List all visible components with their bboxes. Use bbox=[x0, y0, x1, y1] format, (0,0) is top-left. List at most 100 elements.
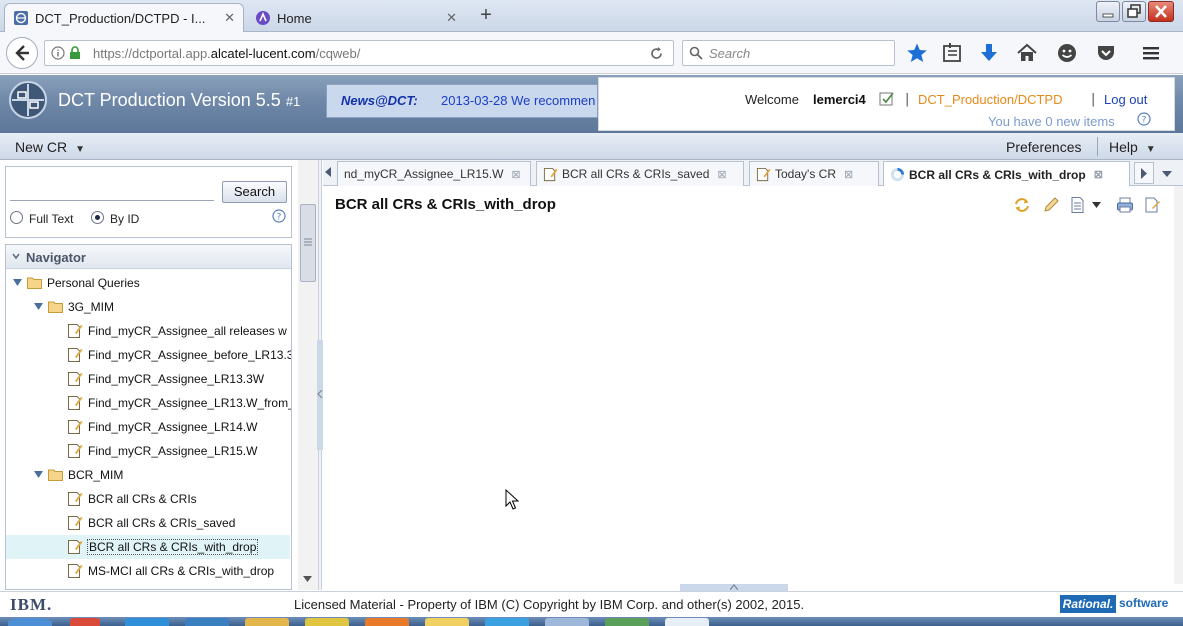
tree-query-item[interactable]: BCR all CRs & CRIs bbox=[6, 487, 290, 511]
report-icon[interactable] bbox=[1069, 196, 1087, 214]
by-id-radio[interactable] bbox=[91, 211, 104, 224]
expand-caret-icon[interactable] bbox=[34, 471, 43, 478]
navigator-panel: Navigator Personal Queries 3G_MIM Find_m… bbox=[5, 244, 292, 590]
reload-icon[interactable] bbox=[649, 46, 664, 61]
tree-query-item-selected[interactable]: BCR all CRs & CRIs_with_drop bbox=[6, 535, 290, 559]
taskbar-app-icon[interactable] bbox=[665, 618, 709, 626]
browser-tab-dct[interactable]: DCT_Production/DCTPD - I... ✕ bbox=[4, 3, 244, 32]
query-tab[interactable]: Today's CR ⊠ bbox=[749, 161, 879, 186]
pocket-icon[interactable] bbox=[1095, 42, 1117, 64]
query-tab-active[interactable]: BCR all CRs & CRIs_with_drop ⊠ bbox=[883, 161, 1130, 187]
tab-scroll-left-icon[interactable] bbox=[323, 166, 333, 178]
close-icon[interactable]: ⊠ bbox=[511, 168, 520, 181]
taskbar-app-icon[interactable] bbox=[305, 618, 349, 626]
news-text[interactable]: 2013-03-28 We recommen bbox=[441, 93, 595, 108]
tree-folder-3g-mim[interactable]: 3G_MIM bbox=[6, 295, 290, 319]
tree-folder-label: Personal Queries bbox=[47, 276, 140, 290]
scroll-down-icon[interactable] bbox=[303, 576, 312, 582]
tree-item-label: Find_myCR_Assignee_LR15.W bbox=[88, 444, 258, 458]
preferences-menu[interactable]: Preferences bbox=[1006, 139, 1081, 155]
tree-query-item[interactable]: Find_myCR_Assignee_before_LR13.3 bbox=[6, 343, 291, 367]
new-tab-button[interactable]: + bbox=[474, 4, 498, 28]
browser-search-input[interactable]: Search bbox=[682, 40, 895, 66]
scrollbar-thumb[interactable] bbox=[300, 204, 316, 282]
restore-button[interactable] bbox=[1122, 1, 1146, 22]
edit-query-icon[interactable] bbox=[1042, 196, 1060, 214]
logout-link[interactable]: Log out bbox=[1104, 92, 1147, 107]
tree-query-item[interactable]: Find_myCR_Assignee_LR14.W bbox=[6, 415, 290, 439]
close-icon[interactable]: ⊠ bbox=[1094, 168, 1103, 181]
taskbar-app-icon[interactable] bbox=[365, 618, 409, 626]
close-icon[interactable]: ✕ bbox=[224, 10, 235, 26]
help-menu[interactable]: Help ▼ bbox=[1109, 139, 1156, 155]
info-icon[interactable] bbox=[51, 46, 65, 60]
bottom-splitter-grip[interactable] bbox=[680, 584, 788, 591]
refresh-icon[interactable] bbox=[1013, 196, 1031, 214]
expand-caret-icon[interactable] bbox=[34, 303, 43, 310]
query-tab[interactable]: BCR all CRs & CRIs_saved ⊠ bbox=[536, 161, 744, 186]
print-icon[interactable] bbox=[1116, 196, 1134, 214]
expand-up-icon[interactable] bbox=[730, 584, 738, 590]
taskbar-app-icon[interactable] bbox=[70, 618, 100, 626]
taskbar-app-icon[interactable] bbox=[425, 618, 469, 626]
tree-folder-personal-queries[interactable]: Personal Queries bbox=[6, 271, 290, 295]
taskbar-app-icon[interactable] bbox=[545, 618, 589, 626]
smiley-icon[interactable] bbox=[1056, 42, 1078, 64]
app-header: DCT Production Version 5.5 #1 News@DCT: … bbox=[0, 75, 1183, 133]
help-icon[interactable]: ? bbox=[1137, 112, 1151, 126]
query-icon bbox=[68, 564, 83, 578]
search-placeholder: Search bbox=[709, 46, 751, 61]
tree-query-item[interactable]: BCR all CRs & CRIs_saved bbox=[6, 511, 290, 535]
tab-list-dropdown-icon[interactable] bbox=[1157, 162, 1177, 184]
left-panel-scrollbar[interactable] bbox=[298, 160, 318, 590]
home-icon[interactable] bbox=[1016, 42, 1038, 64]
chevron-down-icon bbox=[12, 253, 20, 260]
close-icon[interactable]: ✕ bbox=[446, 10, 457, 26]
url-bar[interactable]: https://dctportal.app.alcatel-lucent.com… bbox=[44, 40, 674, 66]
new-cr-menu[interactable]: New CR ▼ bbox=[15, 139, 85, 155]
full-text-label: Full Text bbox=[29, 212, 74, 226]
navigator-header[interactable]: Navigator bbox=[6, 245, 291, 269]
taskbar-app-icon[interactable] bbox=[185, 618, 229, 626]
close-icon[interactable]: ⊠ bbox=[717, 168, 726, 181]
start-button[interactable] bbox=[8, 618, 52, 626]
search-button[interactable]: Search bbox=[222, 181, 287, 203]
cr-search-input[interactable] bbox=[10, 181, 214, 201]
tree-query-item[interactable]: Find_myCR_Assignee_LR15.W bbox=[6, 439, 290, 463]
taskbar-app-icon[interactable] bbox=[125, 618, 169, 626]
download-icon[interactable] bbox=[978, 42, 1000, 64]
query-tab[interactable]: nd_myCR_Assignee_LR15.W ⊠ bbox=[337, 161, 531, 186]
tree-query-item[interactable]: Find_myCR_Assignee_LR13.3W bbox=[6, 367, 290, 391]
database-link[interactable]: DCT_Production/DCTPD bbox=[918, 92, 1063, 107]
news-label: News@DCT: bbox=[341, 93, 418, 108]
help-icon[interactable]: ? bbox=[272, 209, 286, 223]
query-icon bbox=[68, 396, 83, 410]
window-close-button[interactable] bbox=[1148, 1, 1174, 22]
right-pane-scrollbar[interactable] bbox=[1174, 186, 1183, 584]
tree-query-item[interactable]: Find_myCR_Assignee_all releases w bbox=[6, 319, 290, 343]
star-icon[interactable] bbox=[906, 42, 928, 64]
new-items-link[interactable]: You have 0 new items bbox=[988, 114, 1115, 129]
tree-query-item[interactable]: Find_myCR_Assignee_LR13.W_from_ bbox=[6, 391, 291, 415]
edit-profile-icon[interactable] bbox=[879, 91, 895, 106]
minimize-button[interactable] bbox=[1096, 1, 1120, 22]
taskbar-app-icon[interactable] bbox=[605, 618, 649, 626]
browser-tab-home[interactable]: Home ✕ bbox=[246, 3, 466, 32]
taskbar-app-icon[interactable] bbox=[485, 618, 529, 626]
close-icon[interactable]: ⊠ bbox=[844, 168, 853, 181]
expand-caret-icon[interactable] bbox=[13, 279, 22, 286]
restore-icon bbox=[1127, 4, 1141, 18]
tree-folder-bcr-mim[interactable]: BCR_MIM bbox=[6, 463, 290, 487]
tab-scroll-right-button[interactable] bbox=[1134, 162, 1154, 184]
chevron-down-icon[interactable] bbox=[1092, 202, 1101, 208]
app-menu-bar: New CR ▼ Preferences Help ▼ bbox=[0, 133, 1183, 160]
reading-list-icon[interactable] bbox=[941, 42, 963, 64]
news-ticker[interactable]: News@DCT: 2013-03-28 We recommen bbox=[326, 84, 598, 118]
export-icon[interactable] bbox=[1143, 196, 1161, 214]
hamburger-icon[interactable] bbox=[1140, 42, 1162, 64]
query-icon bbox=[68, 420, 83, 434]
back-button[interactable] bbox=[6, 37, 38, 69]
tree-query-item[interactable]: MS-MCI all CRs & CRIs_with_drop bbox=[6, 559, 290, 583]
full-text-radio[interactable] bbox=[10, 211, 23, 224]
taskbar-app-icon[interactable] bbox=[245, 618, 289, 626]
